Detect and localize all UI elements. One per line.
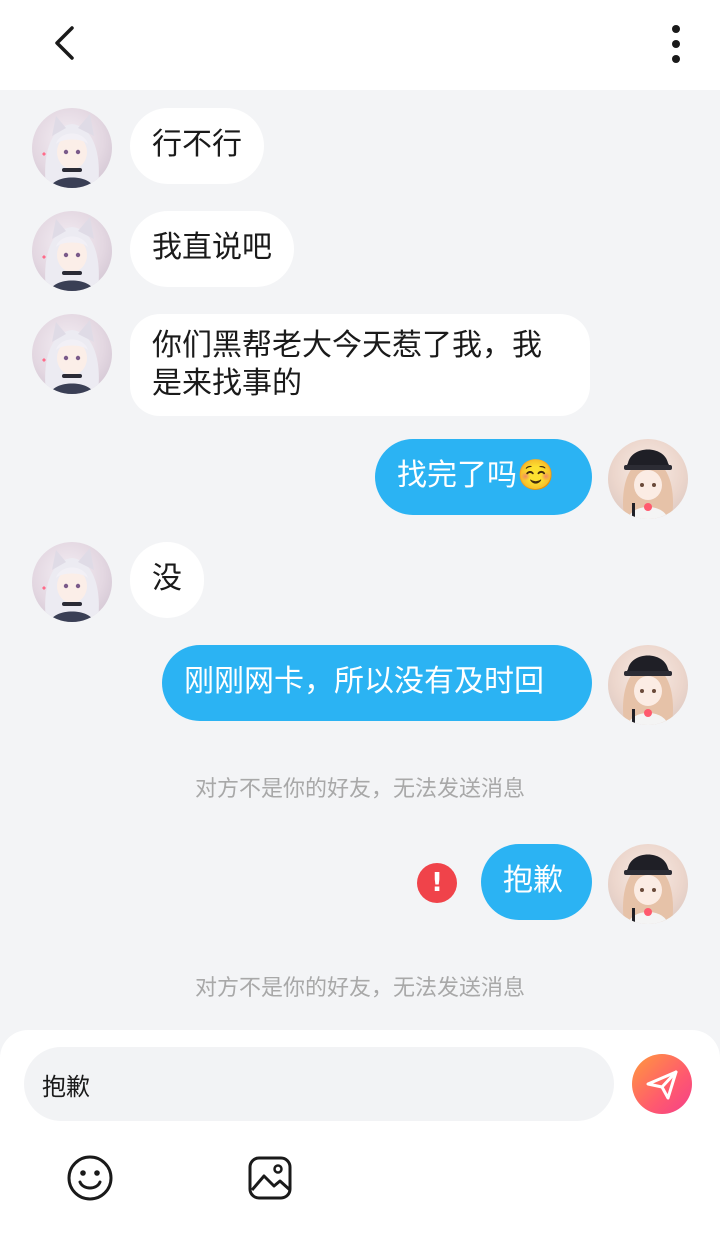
anime-girl-black-cap-avatar [623, 655, 673, 725]
contact-avatar[interactable] [32, 314, 112, 394]
incoming-message-bubble[interactable]: 我直说吧 [130, 211, 294, 287]
anime-girl-white-hair-avatar [42, 217, 99, 291]
emoji-button[interactable] [66, 1154, 114, 1202]
anime-girl-black-cap-avatar [623, 449, 673, 519]
anime-girl-white-hair-avatar [42, 114, 99, 188]
anime-girl-white-hair-avatar [42, 320, 99, 394]
contact-avatar[interactable] [32, 211, 112, 291]
anime-girl-white-hair-avatar [42, 548, 99, 622]
more-options-button[interactable] [656, 22, 696, 66]
smiley-face-icon [67, 1155, 113, 1201]
my-avatar[interactable] [608, 844, 688, 924]
top-bar [0, 0, 720, 90]
back-button[interactable] [40, 20, 90, 66]
message-composer [0, 1030, 720, 1239]
incoming-message-bubble[interactable]: 没 [130, 542, 204, 618]
my-avatar[interactable] [608, 645, 688, 725]
send-button[interactable] [632, 1054, 692, 1114]
outgoing-message-bubble[interactable]: 找完了吗☺️ [375, 439, 592, 515]
message-input[interactable] [24, 1047, 614, 1121]
anime-girl-black-cap-avatar [623, 854, 673, 924]
system-notice: 对方不是你的好友，无法发送消息 [194, 976, 525, 1001]
chevron-left-icon [55, 26, 74, 60]
image-picker-button[interactable] [246, 1154, 294, 1202]
paper-plane-icon [646, 1070, 678, 1100]
outgoing-message-bubble[interactable]: 抱歉 [481, 844, 592, 920]
incoming-message-bubble[interactable]: 你们黑帮老大今天惹了我，我是来找事的 [130, 314, 590, 416]
image-icon [248, 1156, 292, 1200]
send-failed-icon[interactable]: ! [417, 863, 457, 903]
contact-avatar[interactable] [32, 108, 112, 188]
vertical-dots-icon [672, 25, 680, 63]
my-avatar[interactable] [608, 439, 688, 519]
outgoing-message-bubble[interactable]: 刚刚网卡，所以没有及时回 [162, 645, 592, 721]
incoming-message-bubble[interactable]: 行不行 [130, 108, 264, 184]
system-notice: 对方不是你的好友，无法发送消息 [194, 777, 525, 802]
contact-avatar[interactable] [32, 542, 112, 622]
